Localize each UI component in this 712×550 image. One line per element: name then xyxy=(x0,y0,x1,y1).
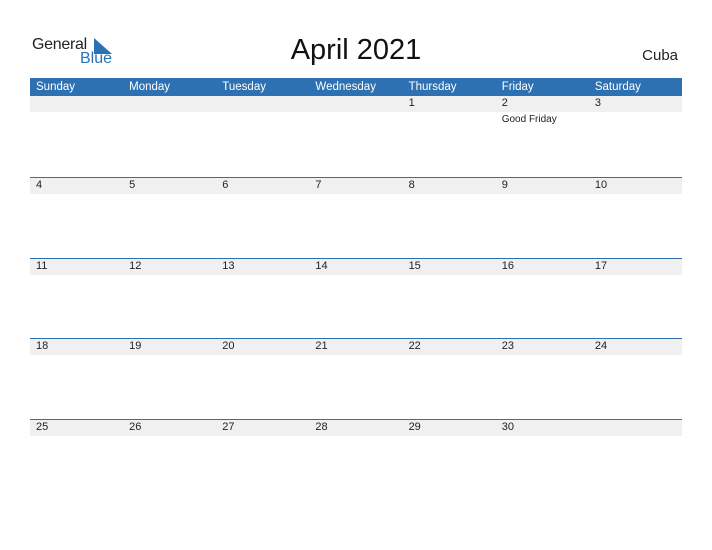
day-cell: 2 Good Friday xyxy=(496,96,589,177)
weekday-wednesday: Wednesday xyxy=(315,81,376,93)
day-cell: 23 xyxy=(496,339,589,419)
day-cell: 19 xyxy=(123,339,216,419)
day-number: 19 xyxy=(129,340,142,352)
day-number: 12 xyxy=(129,259,142,272)
day-number: 2 xyxy=(501,97,508,109)
day-number: 17 xyxy=(594,259,608,272)
day-number: 4 xyxy=(36,179,43,191)
day-number: 9 xyxy=(501,179,508,191)
day-number: 23 xyxy=(501,340,514,352)
day-number: 5 xyxy=(129,179,136,191)
day-cell: 10 xyxy=(589,178,682,258)
day-cell: 6 xyxy=(216,178,309,258)
day-number: 13 xyxy=(222,259,235,272)
day-cell: 14 xyxy=(309,259,402,339)
day-number: 25 xyxy=(36,420,49,433)
day-number: 22 xyxy=(408,340,421,352)
day-cell: 24 xyxy=(589,339,682,419)
week-row: 1 2 Good Friday 3 xyxy=(30,96,682,177)
day-number: 26 xyxy=(129,420,142,433)
day-cell: 20 xyxy=(216,339,309,419)
weekday-sunday: Sunday xyxy=(36,81,76,93)
day-cell: 18 xyxy=(30,339,123,419)
day-cell: 7 xyxy=(309,178,402,258)
country-label: Cuba xyxy=(642,47,678,64)
day-number: 6 xyxy=(222,179,229,191)
day-number: 30 xyxy=(501,420,514,433)
day-cell: 5 xyxy=(123,178,216,258)
weekday-saturday: Saturday xyxy=(594,81,641,93)
day-cell xyxy=(309,96,402,177)
day-cell: 9 xyxy=(496,178,589,258)
day-cell: 4 xyxy=(30,178,123,258)
day-number: 8 xyxy=(408,179,415,191)
day-number: 29 xyxy=(408,420,421,433)
day-number: 7 xyxy=(315,179,322,191)
day-cell: 16 xyxy=(496,259,589,339)
calendar-grid: Sunday Monday Tuesday Wednesday Thursday… xyxy=(30,78,682,499)
day-cell: 28 xyxy=(309,420,402,500)
weekday-header: Sunday Monday Tuesday Wednesday Thursday… xyxy=(30,78,682,96)
day-cell: 25 xyxy=(30,420,123,500)
day-cell: 17 xyxy=(589,259,682,339)
day-number: 11 xyxy=(36,259,48,272)
day-number: 14 xyxy=(315,259,328,272)
day-number: 1 xyxy=(408,97,415,109)
week-row: 18 19 20 21 22 23 24 xyxy=(30,338,682,419)
day-number: 10 xyxy=(594,179,608,191)
day-cell xyxy=(589,420,682,500)
day-cell xyxy=(123,96,216,177)
day-cell: 1 xyxy=(403,96,496,177)
day-number: 16 xyxy=(501,259,514,272)
day-number: 3 xyxy=(594,97,601,109)
weekday-thursday: Thursday xyxy=(408,81,457,93)
day-cell: 30 xyxy=(496,420,589,500)
day-cell: 13 xyxy=(216,259,309,339)
week-row: 25 26 27 28 29 30 xyxy=(30,418,682,500)
day-cell: 12 xyxy=(123,259,216,339)
day-number: 20 xyxy=(222,340,235,352)
week-row: 11 12 13 14 15 16 17 xyxy=(30,257,682,339)
calendar-title: April 2021 xyxy=(290,34,422,66)
day-cell: 22 xyxy=(403,339,496,419)
day-cell: 3 xyxy=(589,96,682,177)
day-cell: 26 xyxy=(123,420,216,500)
day-cell xyxy=(30,96,123,177)
day-cell xyxy=(216,96,309,177)
day-cell: 21 xyxy=(309,339,402,419)
week-row: 4 5 6 7 8 9 10 xyxy=(30,177,682,258)
holiday-label: Good Friday xyxy=(501,114,557,125)
day-number: 18 xyxy=(36,340,49,352)
day-number: 24 xyxy=(594,340,608,352)
weekday-friday: Friday xyxy=(501,81,534,93)
weekday-monday: Monday xyxy=(129,81,171,93)
day-number: 15 xyxy=(408,259,421,272)
day-cell: 15 xyxy=(403,259,496,339)
weekday-tuesday: Tuesday xyxy=(222,81,266,93)
day-cell: 29 xyxy=(403,420,496,500)
day-number: 21 xyxy=(315,340,328,352)
day-cell: 11 xyxy=(30,259,123,339)
day-number: 28 xyxy=(315,420,328,433)
day-cell: 27 xyxy=(216,420,309,500)
day-cell: 8 xyxy=(403,178,496,258)
day-number: 27 xyxy=(222,420,235,433)
